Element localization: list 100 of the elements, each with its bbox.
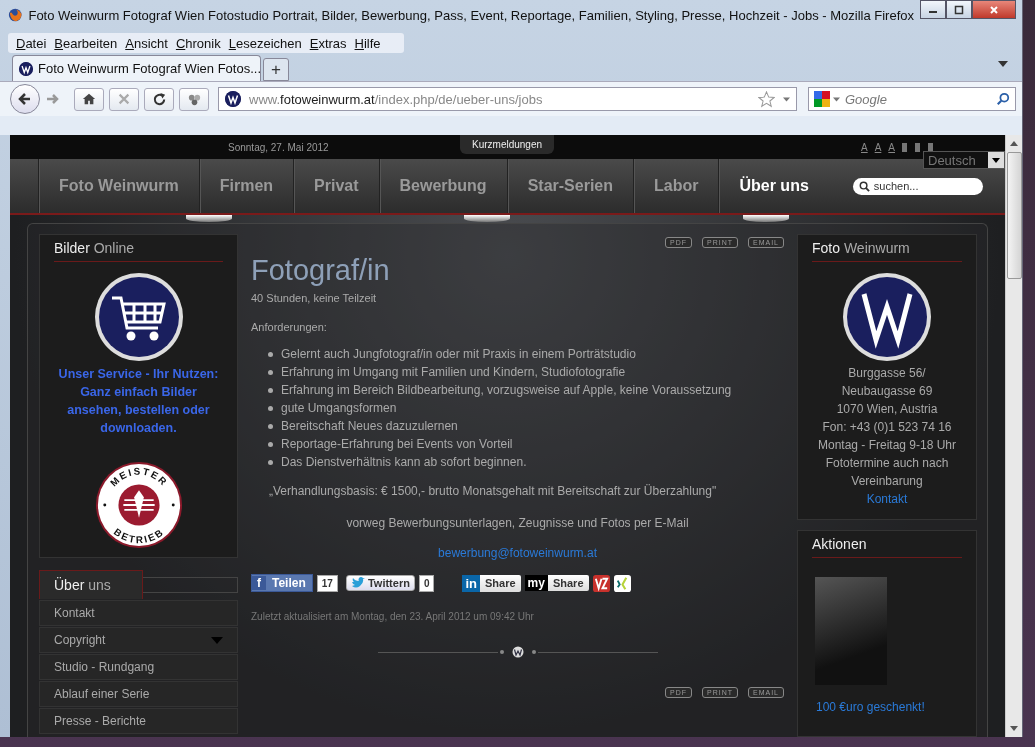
linkedin-logo-icon: in	[462, 574, 480, 592]
site-search-bar[interactable]: suchen...	[852, 177, 983, 195]
side-menu-item[interactable]: Ablauf einer Serie	[39, 681, 238, 707]
w-favicon-icon	[19, 61, 33, 76]
google-icon[interactable]	[814, 91, 830, 107]
contact-link[interactable]: Kontakt	[866, 492, 908, 506]
requirement-text: Erfahrung im Bereich Bildbearbeitung, vorzugsweise auf Apple, keine Voraussetzung	[281, 383, 732, 397]
window-title: Foto Weinwurm Fotograf Wien Fotostudio Portrait, Bilder, Bewerbung, Pass, Event, Reportage, Familien, Styling, Presse, Hochzeit - Jobs - Mozilla Firefox	[28, 7, 914, 23]
salary-text: „Verhandlungsbasis: € 1500,- brutto Monatsgehalt mit Bereitschaft zur Überzahlung"	[269, 484, 718, 498]
module-title: Aktionen	[812, 531, 962, 558]
dropdown-arrow-icon[interactable]	[998, 61, 1008, 67]
bullet-icon	[268, 441, 273, 447]
bullet-icon	[268, 351, 273, 357]
caret-icon[interactable]	[783, 96, 790, 102]
address-line: Vereinbarung	[851, 473, 923, 490]
shopping-cart-logo[interactable]	[93, 272, 184, 362]
addon-button[interactable]	[179, 87, 209, 111]
bullet-icon	[268, 387, 273, 393]
bullet-icon	[268, 423, 273, 429]
address-line: Neubaugasse 69	[841, 383, 933, 400]
address-line: 1070 Wien, Austria	[836, 401, 938, 418]
language-select[interactable]: Deutsch	[923, 151, 1005, 169]
back-arrow-icon	[17, 91, 33, 107]
requirement-text: Reportage-Erfahrung bei Events von Vorteil	[281, 437, 513, 451]
search-icon[interactable]	[996, 92, 1010, 106]
caret-icon[interactable]	[833, 96, 840, 102]
side-menu-item[interactable]: Studio - Rundgang	[39, 654, 238, 680]
requirement-text: Erfahrung im Umgang mit Familien und Kindern, Studiofotografie	[281, 365, 626, 379]
side-menu-item[interactable]: Copyright	[39, 627, 238, 653]
promo-link[interactable]: 100 €uro geschenkt!	[816, 700, 925, 714]
x-icon	[117, 92, 131, 106]
spotlight-icon	[186, 215, 233, 222]
address-line: Fototermine auch nach	[825, 455, 949, 472]
menu-item[interactable]: Ansicht	[121, 35, 172, 51]
bullet-icon	[268, 369, 273, 375]
home-button[interactable]	[74, 87, 104, 111]
font-size-button[interactable]: A	[874, 141, 882, 153]
requirement-text: Bereitschaft Neues dazuzulernen	[281, 419, 458, 433]
scroll-down-icon[interactable]	[1010, 726, 1018, 731]
linkedin-share-button[interactable]: in Share	[462, 574, 521, 592]
side-menu-item[interactable]: Kontakt	[39, 600, 238, 626]
share-count: 0	[418, 574, 435, 592]
myspace-logo-icon: my	[524, 575, 548, 591]
reload-button[interactable]	[144, 87, 174, 111]
menu-item[interactable]: Datei	[12, 35, 51, 51]
menu-item[interactable]: Chronik	[171, 35, 225, 51]
caret-icon	[992, 157, 1000, 163]
close-icon	[989, 4, 999, 15]
firefox-icon	[8, 7, 23, 23]
minimize-button[interactable]	[920, 0, 946, 19]
url-text: www.fotoweinwurm.at/index.php/de/ueber-uns/jobs	[249, 91, 543, 107]
requirement-text: gute Umgangsformen	[281, 401, 397, 415]
nav-item[interactable]: Bewerbung	[378, 159, 507, 213]
back-button[interactable]	[10, 84, 40, 114]
myspace-share-button[interactable]: my Share	[524, 575, 589, 591]
browser-tab[interactable]: Foto Weinwurm Fotograf Wien Fotos...	[12, 55, 261, 81]
search-icon[interactable]	[858, 180, 870, 192]
nav-item[interactable]: Star-Serien	[506, 159, 633, 213]
reload-icon	[151, 91, 167, 107]
maximize-button[interactable]	[946, 0, 972, 19]
menu-item[interactable]: Bearbeiten	[50, 35, 122, 51]
vz-share-icon[interactable]	[592, 574, 610, 592]
dropdown-button[interactable]	[988, 152, 1004, 168]
side-menu-item[interactable]: Presse - Berichte	[39, 708, 238, 734]
search-bar[interactable]: Google	[808, 87, 1016, 111]
close-button[interactable]	[972, 0, 1016, 19]
address-field[interactable]: www.fotoweinwurm.at/index.php/de/ueber-uns/jobs	[218, 87, 797, 111]
xing-share-icon[interactable]	[613, 574, 631, 592]
scroll-up-icon[interactable]	[1010, 141, 1018, 146]
spotlight-icon	[464, 215, 511, 222]
nav-item[interactable]: Foto Weinwurm	[38, 159, 199, 213]
share-count: 17	[316, 574, 338, 592]
news-tab[interactable]: Kurzmeldungen	[460, 135, 555, 154]
scrollbar[interactable]	[1005, 135, 1022, 737]
service-link[interactable]: Unser Service - Ihr Nutzen: Ganz einfach Bilder ansehen, bestellen oder downloaden.	[54, 365, 223, 437]
twitter-share-button[interactable]: Twittern	[345, 575, 415, 591]
date-text: Sonntag, 27. Mai 2012	[228, 141, 330, 153]
nav-item[interactable]: Labor	[633, 159, 719, 213]
facebook-share-button[interactable]: f Teilen	[251, 574, 313, 592]
nav-item[interactable]: Über uns	[718, 159, 829, 213]
minimize-icon	[929, 11, 937, 13]
last-updated-text: Zuletzt aktualisiert am Montag, den 23. April 2012 um 09:42 Uhr	[251, 611, 535, 622]
font-size-button[interactable]: A	[861, 141, 868, 153]
nav-item[interactable]: Privat	[293, 159, 379, 213]
font-size-button[interactable]: A	[888, 141, 895, 153]
module-title: Bilder Online	[54, 235, 223, 262]
address-line: Burggasse 56/	[848, 365, 926, 382]
requirement-text: Gelernt auch Jungfotograf/in oder mit Praxis in einem Porträtstudio	[281, 347, 636, 361]
menu-item[interactable]: Extras	[305, 35, 351, 51]
star-icon[interactable]	[758, 90, 775, 108]
menu-item[interactable]: Hilfe	[350, 35, 385, 51]
menu-item[interactable]: Lesezeichen	[224, 35, 306, 51]
scroll-thumb[interactable]	[1006, 152, 1022, 279]
bullet-icon	[268, 405, 273, 411]
nav-item[interactable]: Firmen	[198, 159, 294, 213]
bird-icon	[350, 577, 365, 589]
w-logo-icon	[497, 646, 538, 658]
facebook-logo-icon: f	[252, 576, 266, 590]
module-title: Foto Weinwurm	[812, 235, 962, 262]
new-tab-button[interactable]: +	[263, 58, 289, 81]
